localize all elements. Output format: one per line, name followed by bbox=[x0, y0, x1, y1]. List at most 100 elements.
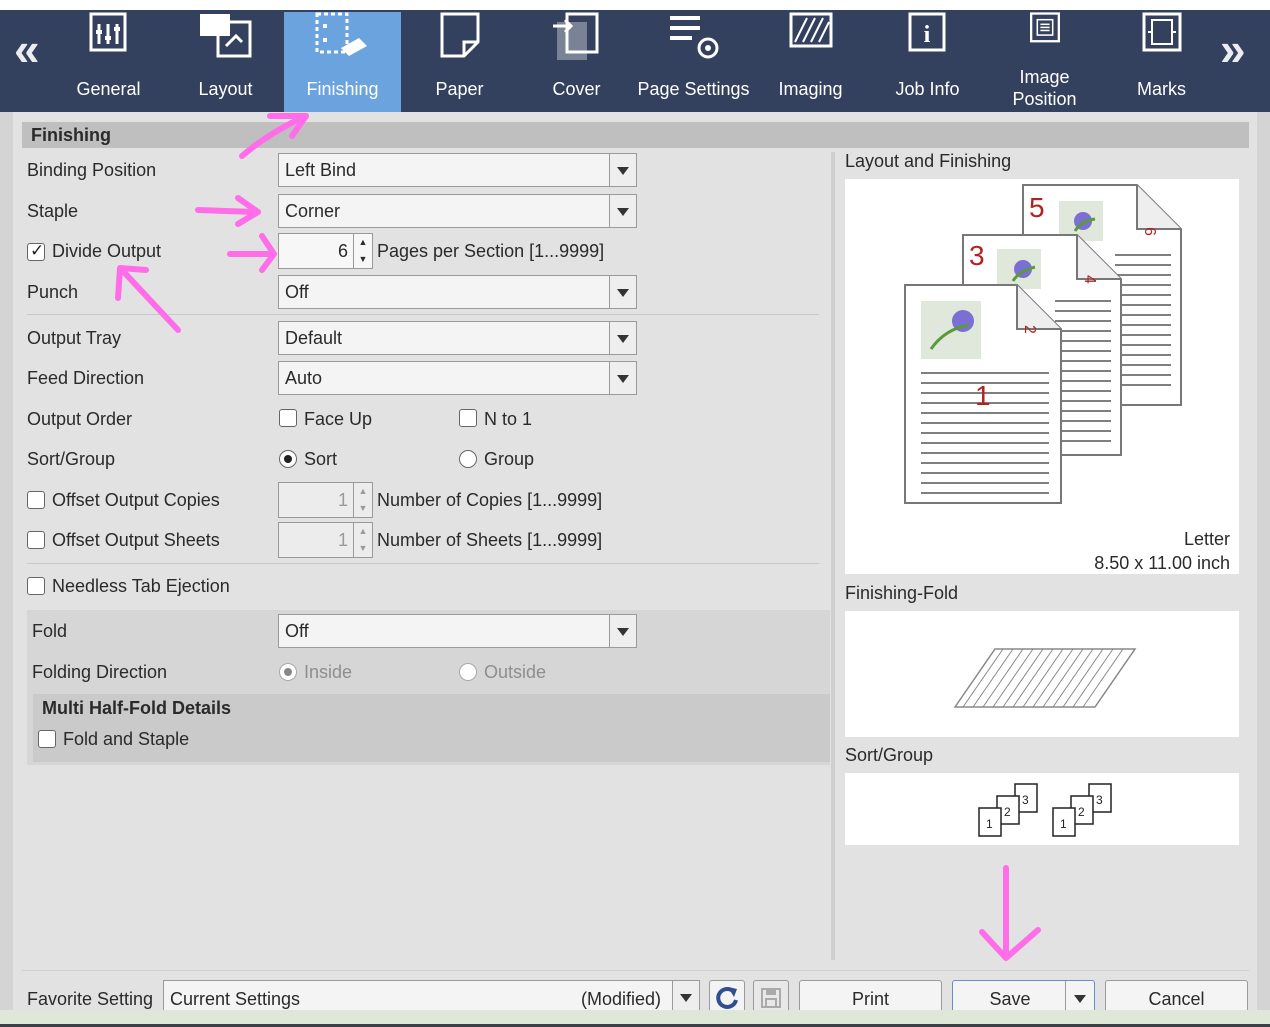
tab-job-info-label: Job Info bbox=[895, 79, 960, 99]
group-label: Group bbox=[484, 449, 535, 469]
divide-output-checkbox[interactable] bbox=[27, 241, 45, 261]
sort-set-2-page-1: 1 bbox=[1060, 817, 1067, 831]
staple-label: Staple bbox=[27, 201, 79, 221]
favorite-setting-value: Current Settings bbox=[170, 989, 301, 1009]
fold-label: Fold bbox=[32, 621, 68, 641]
background-window-left bbox=[0, 112, 13, 1024]
tab-layout[interactable]: Layout bbox=[167, 12, 284, 112]
info-icon: i bbox=[908, 12, 945, 52]
tab-layout-label: Layout bbox=[198, 79, 253, 99]
needless-tab-checkbox[interactable] bbox=[27, 577, 45, 595]
tab-imaging-label: Imaging bbox=[778, 79, 843, 99]
tab-cover[interactable]: Cover bbox=[518, 12, 635, 112]
tab-general[interactable]: General bbox=[50, 12, 167, 112]
feed-direction-value: Auto bbox=[285, 368, 323, 388]
offset-sheets-checkbox[interactable] bbox=[27, 531, 45, 549]
sort-preview-title: Sort/Group bbox=[845, 745, 934, 765]
tab-finishing-label: Finishing bbox=[306, 79, 379, 99]
paper-size: 8.50 x 11.00 inch bbox=[1094, 553, 1230, 573]
outside-radio[interactable] bbox=[459, 663, 477, 681]
tab-paper[interactable]: Paper bbox=[401, 12, 518, 112]
sort-set-2-page-2: 2 bbox=[1078, 805, 1085, 819]
chevron-down-icon[interactable] bbox=[609, 615, 636, 647]
fold-and-staple-checkbox[interactable] bbox=[38, 730, 56, 748]
inside-radio[interactable] bbox=[279, 663, 297, 681]
fold-preview bbox=[845, 611, 1239, 737]
offset-sheets-range: Number of Sheets [1...9999] bbox=[377, 530, 603, 550]
chevron-down-icon[interactable] bbox=[609, 276, 636, 308]
scroll-left-icon[interactable]: « bbox=[14, 22, 40, 76]
divider bbox=[27, 314, 819, 315]
divide-output-label: Divide Output bbox=[52, 241, 162, 261]
sort-label: Sort bbox=[304, 449, 338, 469]
layout-icon bbox=[199, 14, 251, 58]
tab-image-position[interactable]: Image Position bbox=[986, 12, 1103, 112]
offset-sheets-spinner[interactable]: 1 ▲ ▼ bbox=[278, 522, 373, 558]
binding-position-select[interactable]: Left Bind bbox=[278, 153, 637, 187]
page-number-2: 2 bbox=[1021, 325, 1038, 334]
sort-set-1-page-2: 2 bbox=[1004, 805, 1011, 819]
spinner-arrows-icon[interactable]: ▲ ▼ bbox=[353, 523, 372, 557]
page-number-3: 3 bbox=[969, 240, 985, 271]
chevron-down-icon[interactable] bbox=[609, 362, 636, 394]
chevron-down-icon[interactable] bbox=[609, 154, 636, 186]
staple-value: Corner bbox=[285, 201, 341, 221]
sort-radio[interactable] bbox=[279, 450, 297, 468]
punch-label: Punch bbox=[27, 282, 79, 302]
spinner-arrows-icon[interactable]: ▲ ▼ bbox=[353, 483, 372, 517]
image-position-icon bbox=[1029, 12, 1060, 43]
layout-preview: 5 6 3 4 1 2 Letter 8.50 x 11.00 inch bbox=[845, 179, 1239, 574]
feed-direction-select[interactable]: Auto bbox=[278, 361, 637, 395]
sort-preview: 3 2 1 3 2 1 bbox=[845, 773, 1239, 845]
cover-icon bbox=[552, 12, 598, 60]
tab-general-label: General bbox=[76, 79, 141, 99]
sort-set-1-page-1: 1 bbox=[986, 817, 993, 831]
panel-title: Finishing bbox=[22, 122, 1249, 148]
offset-sheets-value: 1 bbox=[337, 530, 348, 550]
taskbar-strip bbox=[0, 1010, 1270, 1024]
background-window-right bbox=[1257, 112, 1270, 1024]
binding-position-label: Binding Position bbox=[27, 160, 157, 180]
chevron-down-icon[interactable] bbox=[609, 322, 636, 354]
offset-copies-spinner[interactable]: 1 ▲ ▼ bbox=[278, 482, 373, 518]
svg-text:i: i bbox=[923, 22, 930, 48]
fold-preview-title: Finishing-Fold bbox=[845, 583, 959, 603]
tab-page-settings[interactable]: Page Settings bbox=[635, 12, 752, 112]
staple-select[interactable]: Corner bbox=[278, 194, 637, 228]
footer-separator bbox=[22, 970, 1249, 971]
group-radio[interactable] bbox=[459, 450, 477, 468]
spinner-arrows-icon[interactable]: ▲ ▼ bbox=[353, 234, 372, 268]
offset-copies-checkbox[interactable] bbox=[27, 491, 45, 509]
offset-copies-label: Offset Output Copies bbox=[52, 490, 220, 510]
n-to-1-label: N to 1 bbox=[484, 409, 533, 429]
tab-image-position-label: Image Position bbox=[1012, 67, 1077, 109]
tab-job-info[interactable]: i Job Info bbox=[869, 12, 986, 112]
tab-marks[interactable]: Marks bbox=[1103, 12, 1220, 112]
fold-select[interactable]: Off bbox=[278, 614, 637, 648]
output-tray-select[interactable]: Default bbox=[278, 321, 637, 355]
finishing-icon bbox=[315, 12, 367, 56]
scroll-right-icon[interactable]: » bbox=[1220, 22, 1246, 76]
paper-icon bbox=[440, 12, 479, 58]
output-tray-value: Default bbox=[285, 328, 343, 348]
folding-direction-label: Folding Direction bbox=[32, 662, 168, 682]
n-to-1-checkbox[interactable] bbox=[459, 409, 477, 427]
chevron-down-icon[interactable] bbox=[609, 195, 636, 227]
pages-per-section-label: Pages per Section [1...9999] bbox=[377, 241, 605, 261]
face-up-checkbox[interactable] bbox=[279, 409, 297, 427]
pages-per-section-value: 6 bbox=[337, 241, 348, 261]
sort-set-1-page-3: 3 bbox=[1022, 793, 1029, 807]
tab-finishing[interactable]: Finishing bbox=[284, 12, 401, 112]
needless-tab-label: Needless Tab Ejection bbox=[52, 576, 230, 596]
sort-group-label: Sort/Group bbox=[27, 449, 116, 469]
pages-per-section-spinner[interactable]: 6 ▲ ▼ bbox=[278, 233, 373, 269]
favorite-setting-label: Favorite Setting bbox=[27, 989, 154, 1009]
punch-select[interactable]: Off bbox=[278, 275, 637, 309]
inside-label: Inside bbox=[304, 662, 353, 682]
offset-copies-range: Number of Copies [1...9999] bbox=[377, 490, 603, 510]
fold-value: Off bbox=[285, 621, 309, 641]
offset-copies-value: 1 bbox=[337, 490, 348, 510]
paper-name: Letter bbox=[1183, 529, 1230, 549]
tab-toolbar: « » General Layout Finishing Paper Cover… bbox=[0, 0, 1270, 112]
tab-imaging[interactable]: Imaging bbox=[752, 12, 869, 112]
